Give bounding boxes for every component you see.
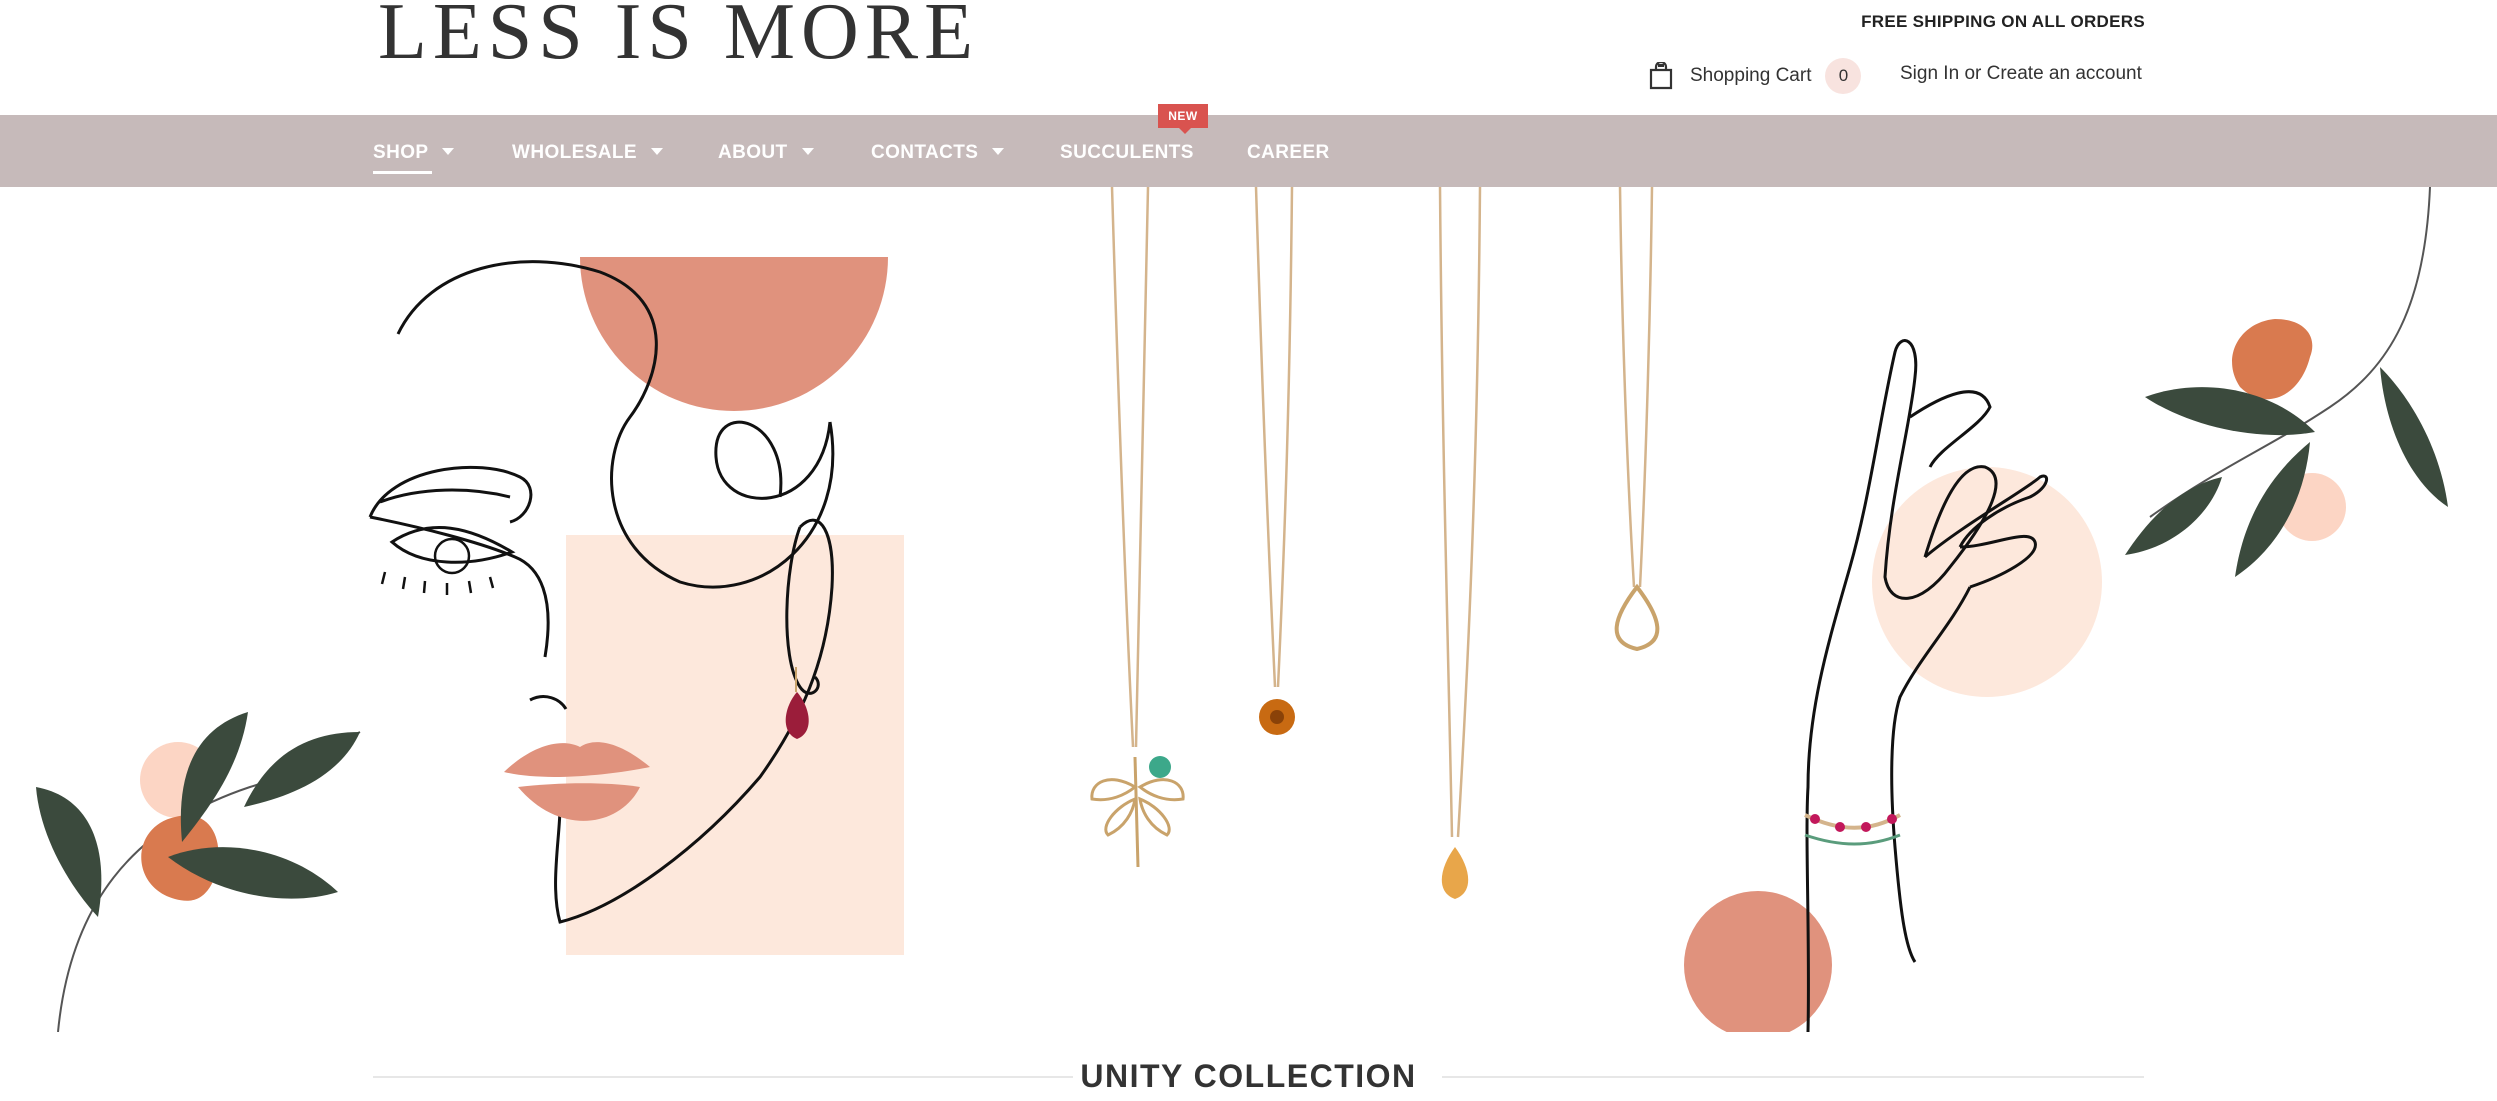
nav-label: SUCCULENTS <box>1060 142 1194 163</box>
caret-down-icon <box>992 147 1005 155</box>
nav-item-career[interactable]: CAREER <box>1247 142 1330 164</box>
nav-item-contacts[interactable]: CONTACTS <box>871 142 1005 164</box>
necklace-pendants <box>1090 583 1660 899</box>
hand-with-bracelet <box>1684 339 2102 1032</box>
collection-title: UNITY COLLECTION <box>1080 1058 1417 1094</box>
or-text: or <box>1964 63 1982 84</box>
nav-label: WHOLESALE <box>512 142 637 163</box>
nav-label: ABOUT <box>718 142 788 163</box>
nav-label: CAREER <box>1247 142 1330 163</box>
nav-item-wholesale[interactable]: WHOLESALE <box>512 142 663 164</box>
hero-banner[interactable] <box>0 187 2497 1032</box>
create-account-link[interactable]: Create an account <box>1987 63 2142 84</box>
cart-count-badge: 0 <box>1825 58 1862 94</box>
shopping-bag-icon <box>1649 62 1673 90</box>
new-badge: NEW <box>1158 104 1208 134</box>
shopping-cart[interactable]: Shopping Cart 0 <box>1648 58 1862 94</box>
hero-illustration <box>36 187 2448 1032</box>
cart-label: Shopping Cart <box>1690 65 1812 86</box>
caret-down-icon <box>801 147 814 155</box>
brand-logo[interactable]: LESS IS MORE <box>378 0 979 72</box>
face-line-art <box>368 257 904 955</box>
nav-item-shop[interactable]: SHOP <box>373 142 455 164</box>
right-leaf-branch <box>2125 187 2448 577</box>
caret-down-icon <box>442 147 455 155</box>
left-leaf-branch <box>36 712 361 1032</box>
sign-in-link[interactable]: Sign In <box>1900 63 1959 84</box>
account-links: Sign In or Create an account <box>1900 63 2142 85</box>
necklaces <box>1110 187 1654 838</box>
nav-label: SHOP <box>373 142 429 163</box>
nav-label: CONTACTS <box>871 142 979 163</box>
active-nav-underline <box>373 171 432 174</box>
nav-item-about[interactable]: ABOUT <box>718 142 814 164</box>
main-nav: SHOP WHOLESALE ABOUT CONTACTS SUCCULENTS… <box>0 115 2497 187</box>
caret-down-icon <box>651 147 663 155</box>
free-shipping-banner: FREE SHIPPING ON ALL ORDERS <box>1861 12 2145 31</box>
nav-item-succulents[interactable]: SUCCULENTS <box>1060 142 1194 164</box>
